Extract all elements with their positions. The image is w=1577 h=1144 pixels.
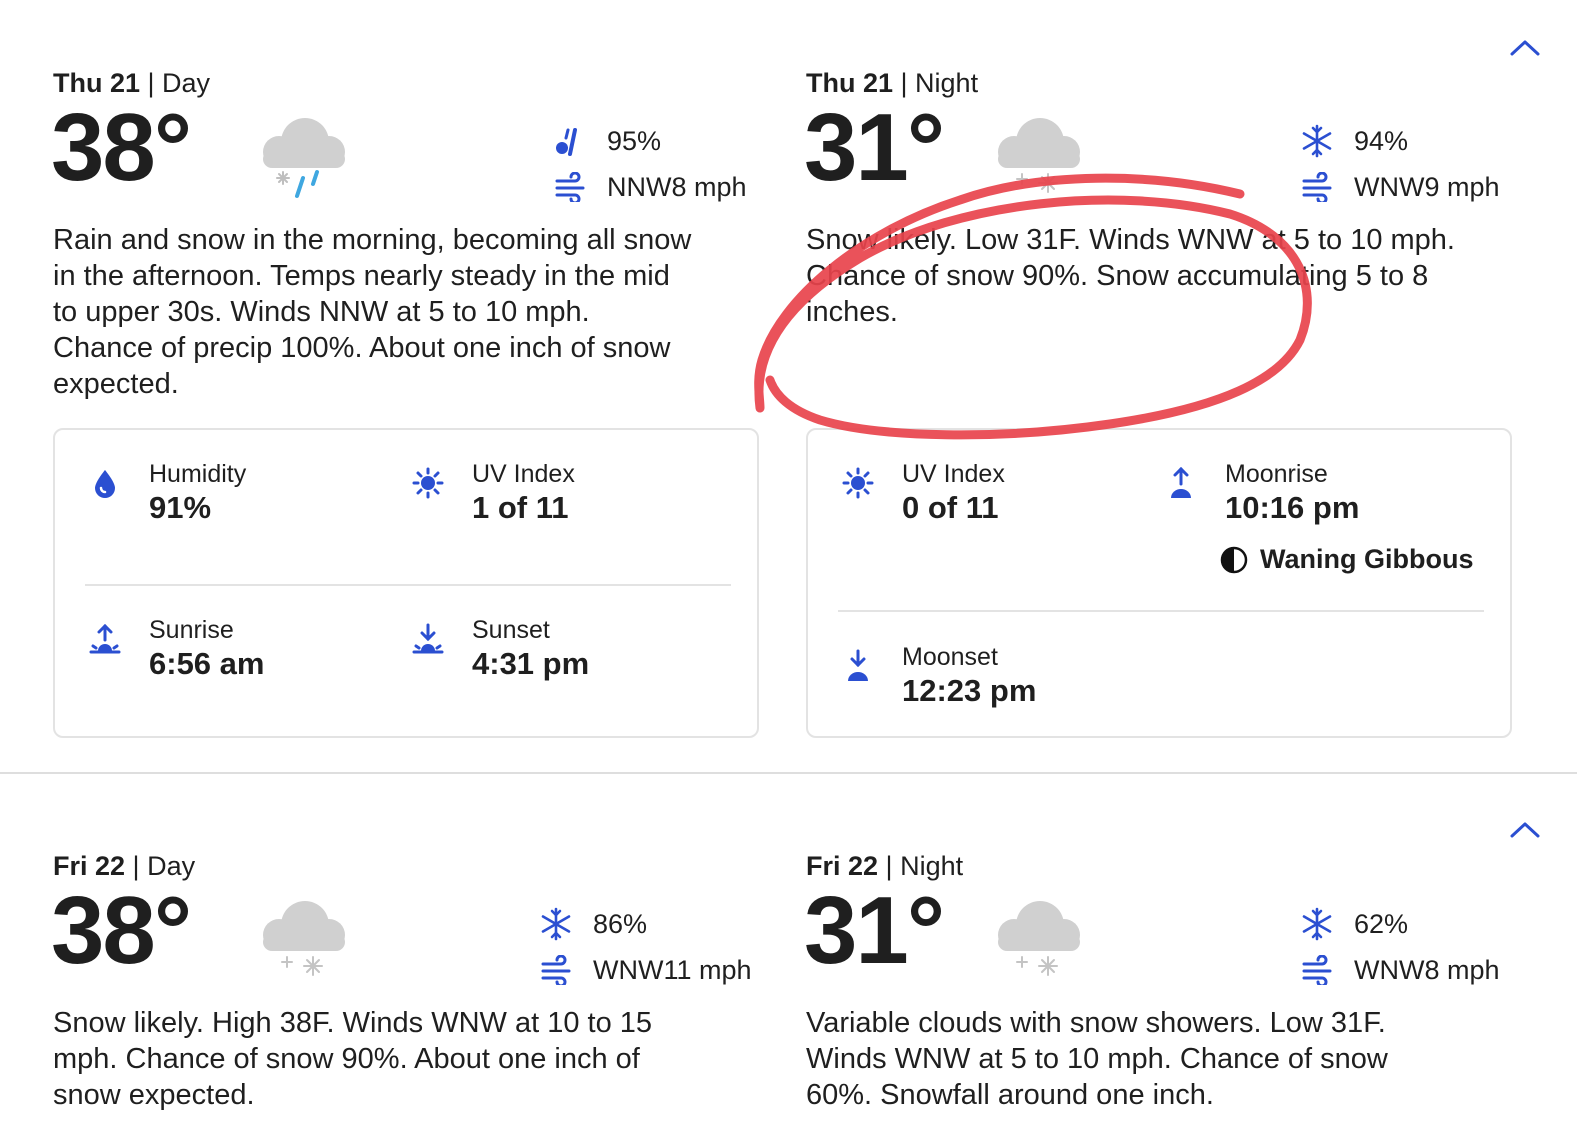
wind-icon [541,955,571,985]
forecast-section-fri-22: Fri 22 | Day 38° 86% WNW11 mph Snow like… [0,774,1577,1144]
snow-icon [998,118,1080,193]
moonrise-icon [1171,466,1191,498]
sun-icon [842,467,874,499]
sun-icon [412,467,444,499]
humidity-label: Humidity [149,460,247,488]
humidity-value: 91% [149,490,212,525]
day-column: Fri 22 | Day 38° 86% WNW11 mph Snow like… [51,783,763,1143]
forecast-section-thu-21: Thu 21 | Day 38° 95% NNW8 mph Rain and s… [0,0,1577,772]
uv-value: 1 of 11 [472,490,569,525]
card-divider [85,584,731,586]
sunset-icon [412,623,444,654]
wind-icon [1302,172,1332,202]
forecast-narrative: Snow likely. Low 31F. Winds WNW at 5 to … [806,224,1455,328]
night-column: Fri 22 | Night 31° 62% WNW8 mph Variable… [804,783,1516,1143]
humidity-drop-icon [95,470,115,498]
moonset-label: Moonset [902,643,998,671]
wind-value: WNW11 mph [593,954,752,985]
wind-value: WNW8 mph [1354,954,1500,985]
night-details-card: UV Index 0 of 11 Moonrise 10:16 pm Wanin… [806,428,1512,738]
wind-icon [555,172,585,202]
precip-value: 86% [593,908,648,939]
precip-value: 62% [1354,908,1409,939]
sunrise-label: Sunrise [149,616,234,644]
snow-icon [998,901,1080,976]
forecast-narrative: Snow likely. High 38F. Winds WNW at 10 t… [53,1007,653,1111]
moonrise-value: 10:16 pm [1225,490,1360,525]
moon-phase: Waning Gibbous [1220,544,1473,575]
precip-stat: 94% [1300,124,1408,158]
wind-stat: WNW11 mph [539,953,752,987]
precip-value: 94% [1354,125,1409,156]
card-divider [838,610,1484,612]
temperature: 38° [51,877,192,984]
rain-snow-icon [263,118,345,198]
temperature: 38° [51,94,192,201]
moonset-icon [848,649,868,681]
snow-icon [263,901,345,976]
temperature: 31° [804,877,945,984]
precip-stat: 95% [553,124,661,158]
snowflake-icon [1302,124,1332,158]
wind-stat: WNW8 mph [1300,953,1500,987]
precip-value: 95% [607,125,662,156]
night-column: Thu 21 | Night 31° 94% WNW9 mph Snow lik… [804,0,1516,772]
moon-phase-label: Waning Gibbous [1260,544,1474,574]
forecast-narrative: Rain and snow in the morning, becoming a… [53,224,692,400]
snowflake-icon [541,907,571,941]
uv-label: UV Index [902,460,1005,488]
waning-gibbous-icon [1220,546,1248,573]
snowflake-icon [1302,907,1332,941]
wind-stat: NNW8 mph [553,170,747,204]
precip-stat: 86% [539,907,647,941]
uv-value: 0 of 11 [902,490,999,525]
precip-stat: 62% [1300,907,1408,941]
moonset-value: 12:23 pm [902,673,1037,708]
forecast-narrative: Variable clouds with snow showers. Low 3… [806,1007,1388,1111]
day-details-card: Humidity 91% UV Index 1 of 11 Sunrise 6:… [53,428,759,738]
wind-stat: WNW9 mph [1300,170,1500,204]
moonrise-label: Moonrise [1225,460,1328,488]
sunrise-value: 6:56 am [149,646,265,681]
sunset-label: Sunset [472,616,550,644]
temperature: 31° [804,94,945,201]
uv-label: UV Index [472,460,575,488]
sunrise-icon [89,623,121,654]
sunset-value: 4:31 pm [472,646,590,681]
wind-value: WNW9 mph [1354,171,1500,202]
rain-snow-precip-icon [556,128,577,156]
wind-icon [1302,955,1332,985]
day-column: Thu 21 | Day 38° 95% NNW8 mph Rain and s… [51,0,763,772]
wind-value: NNW8 mph [607,171,747,202]
